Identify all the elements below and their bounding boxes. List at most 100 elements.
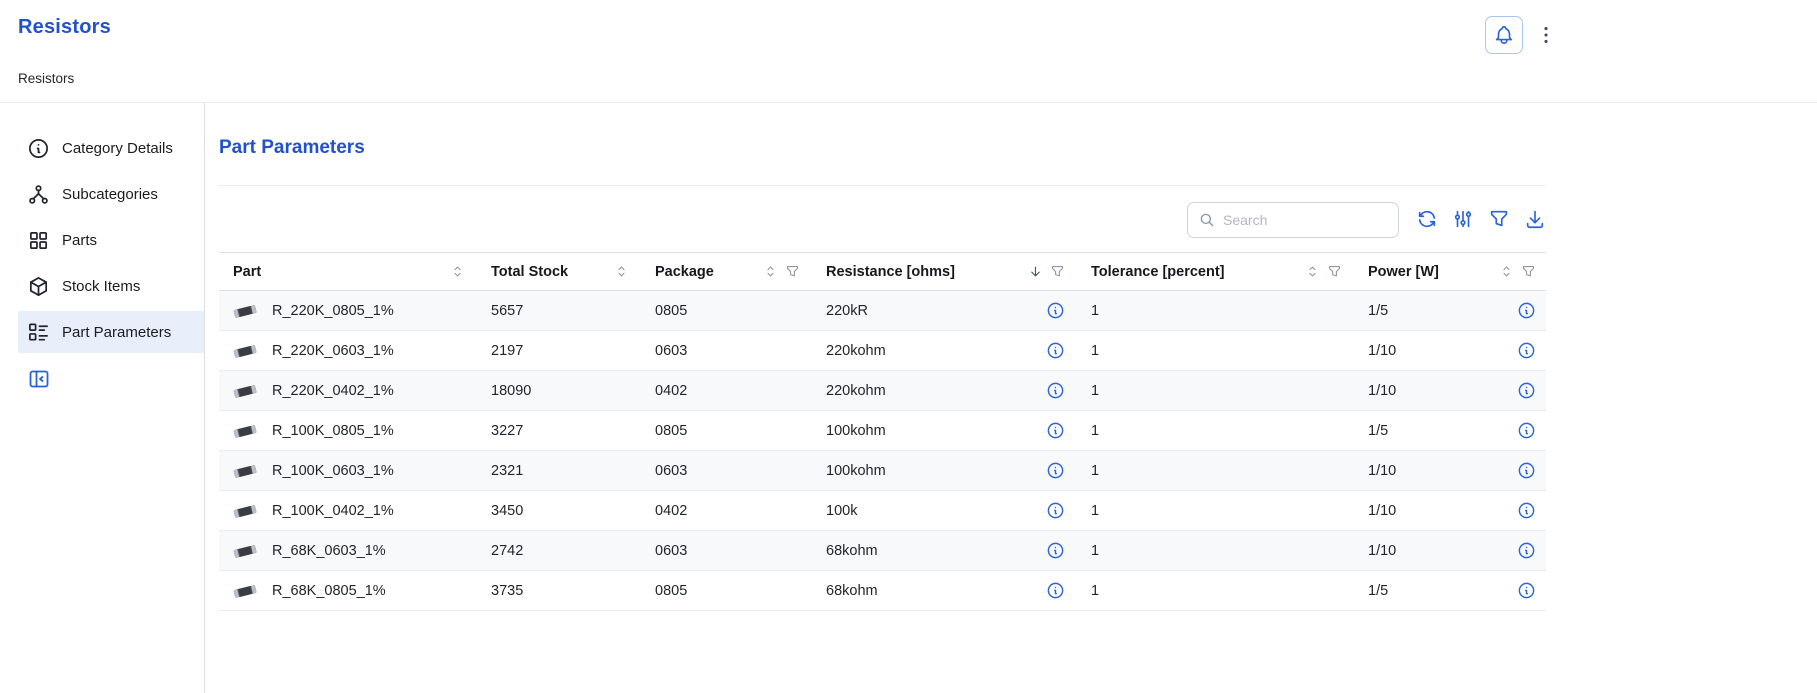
column-header-power-w[interactable]: Power [W]: [1352, 253, 1546, 291]
sidebar-item-label: Subcategories: [62, 186, 158, 203]
column-label: Part: [233, 264, 261, 280]
info-circle-icon: [27, 137, 50, 160]
download-icon: [1524, 208, 1546, 230]
tolerance-cell: 1: [1075, 531, 1352, 571]
sort-icon[interactable]: [1499, 264, 1514, 279]
part-name: R_220K_0603_1%: [272, 343, 394, 359]
breadcrumb[interactable]: Resistors: [18, 71, 74, 102]
info-icon[interactable]: [1517, 541, 1536, 560]
resistance-cell: 220kohm: [810, 371, 1075, 411]
subcategories-icon: [27, 183, 50, 206]
filter-button[interactable]: [1488, 208, 1510, 233]
dots-vertical-icon: [1535, 24, 1557, 46]
column-filter-icon[interactable]: [785, 264, 800, 279]
download-button[interactable]: [1524, 208, 1546, 233]
sidebar-item-category-details[interactable]: Category Details: [18, 127, 204, 169]
power-value: 1/10: [1368, 343, 1396, 359]
resistance-value: 100kohm: [826, 463, 886, 479]
table-row[interactable]: R_68K_0603_1%2742060368kohm11/10: [219, 531, 1546, 571]
part-name: R_68K_0603_1%: [272, 543, 386, 559]
column-header-part[interactable]: Part: [219, 253, 475, 291]
table-row[interactable]: R_100K_0805_1%32270805100kohm11/5: [219, 411, 1546, 451]
part-name: R_100K_0402_1%: [272, 503, 394, 519]
part-name: R_68K_0805_1%: [272, 583, 386, 599]
info-icon[interactable]: [1517, 501, 1536, 520]
total-stock-cell: 3227: [475, 411, 639, 451]
sort-icon[interactable]: [1305, 264, 1320, 279]
sort-icon[interactable]: [614, 264, 629, 279]
power-cell: 1/5: [1352, 291, 1546, 331]
sidebar-item-subcategories[interactable]: Subcategories: [18, 173, 204, 215]
sidebar-item-stock-items[interactable]: Stock Items: [18, 265, 204, 307]
table-row[interactable]: R_100K_0603_1%23210603100kohm11/10: [219, 451, 1546, 491]
info-icon[interactable]: [1517, 381, 1536, 400]
part-thumbnail: [230, 540, 260, 562]
info-icon[interactable]: [1046, 341, 1065, 360]
info-icon[interactable]: [1517, 461, 1536, 480]
sort-icon[interactable]: [763, 264, 778, 279]
info-icon[interactable]: [1046, 461, 1065, 480]
notifications-button[interactable]: [1485, 16, 1523, 54]
column-filter-icon[interactable]: [1327, 264, 1342, 279]
total-stock-cell: 2321: [475, 451, 639, 491]
column-header-resistance-ohms[interactable]: Resistance [ohms]: [810, 253, 1075, 291]
info-icon[interactable]: [1046, 381, 1065, 400]
refresh-button[interactable]: [1416, 208, 1438, 233]
table-row[interactable]: R_220K_0805_1%56570805220kR11/5: [219, 291, 1546, 331]
power-value: 1/5: [1368, 583, 1388, 599]
info-icon[interactable]: [1046, 581, 1065, 600]
collapse-sidebar-button[interactable]: [27, 367, 51, 391]
package-cell: 0402: [639, 491, 810, 531]
list-details-icon: [27, 321, 50, 344]
tolerance-cell: 1: [1075, 291, 1352, 331]
part-thumbnail: [230, 500, 260, 522]
part-cell: R_220K_0402_1%: [219, 371, 475, 411]
table-row[interactable]: R_220K_0603_1%21970603220kohm11/10: [219, 331, 1546, 371]
sort-desc-icon[interactable]: [1028, 264, 1043, 279]
table-row[interactable]: R_100K_0402_1%34500402100k11/10: [219, 491, 1546, 531]
info-icon[interactable]: [1046, 501, 1065, 520]
column-settings-button[interactable]: [1452, 208, 1474, 233]
resistance-cell: 100kohm: [810, 451, 1075, 491]
table-row[interactable]: R_68K_0805_1%3735080568kohm11/5: [219, 571, 1546, 611]
part-cell: R_68K_0805_1%: [219, 571, 475, 611]
info-icon[interactable]: [1517, 581, 1536, 600]
package-cell: 0603: [639, 331, 810, 371]
power-cell: 1/10: [1352, 531, 1546, 571]
sidebar-nav: Category Details Subcategories PartsStock …: [18, 127, 204, 357]
table-body: R_220K_0805_1%56570805220kR11/5R_220K_06…: [219, 291, 1546, 611]
power-cell: 1/10: [1352, 371, 1546, 411]
tolerance-cell: 1: [1075, 371, 1352, 411]
info-icon[interactable]: [1517, 421, 1536, 440]
column-label: Tolerance [percent]: [1091, 264, 1225, 280]
sort-icon[interactable]: [450, 264, 465, 279]
table-row[interactable]: R_220K_0402_1%180900402220kohm11/10: [219, 371, 1546, 411]
sidebar-item-part-parameters[interactable]: Part Parameters: [18, 311, 204, 353]
part-thumbnail: [230, 380, 260, 402]
part-cell: R_100K_0402_1%: [219, 491, 475, 531]
body: Category Details Subcategories PartsStock …: [0, 103, 1817, 693]
info-icon[interactable]: [1517, 341, 1536, 360]
search-input[interactable]: [1223, 212, 1388, 228]
info-icon[interactable]: [1046, 421, 1065, 440]
part-cell: R_100K_0805_1%: [219, 411, 475, 451]
power-value: 1/10: [1368, 503, 1396, 519]
column-filter-icon[interactable]: [1050, 264, 1065, 279]
total-stock-cell: 3450: [475, 491, 639, 531]
column-header-total-stock[interactable]: Total Stock: [475, 253, 639, 291]
section-title: Part Parameters: [219, 137, 1546, 159]
overflow-menu-button[interactable]: [1535, 24, 1557, 46]
info-icon[interactable]: [1517, 301, 1536, 320]
power-value: 1/5: [1368, 423, 1388, 439]
info-icon[interactable]: [1046, 301, 1065, 320]
column-filter-icon[interactable]: [1521, 264, 1536, 279]
column-header-package[interactable]: Package: [639, 253, 810, 291]
total-stock-cell: 5657: [475, 291, 639, 331]
tolerance-cell: 1: [1075, 451, 1352, 491]
column-header-tolerance-percent[interactable]: Tolerance [percent]: [1075, 253, 1352, 291]
sidebar-item-parts[interactable]: Parts: [18, 219, 204, 261]
refresh-icon: [1416, 208, 1438, 230]
info-icon[interactable]: [1046, 541, 1065, 560]
package-cell: 0805: [639, 571, 810, 611]
resistance-cell: 100k: [810, 491, 1075, 531]
